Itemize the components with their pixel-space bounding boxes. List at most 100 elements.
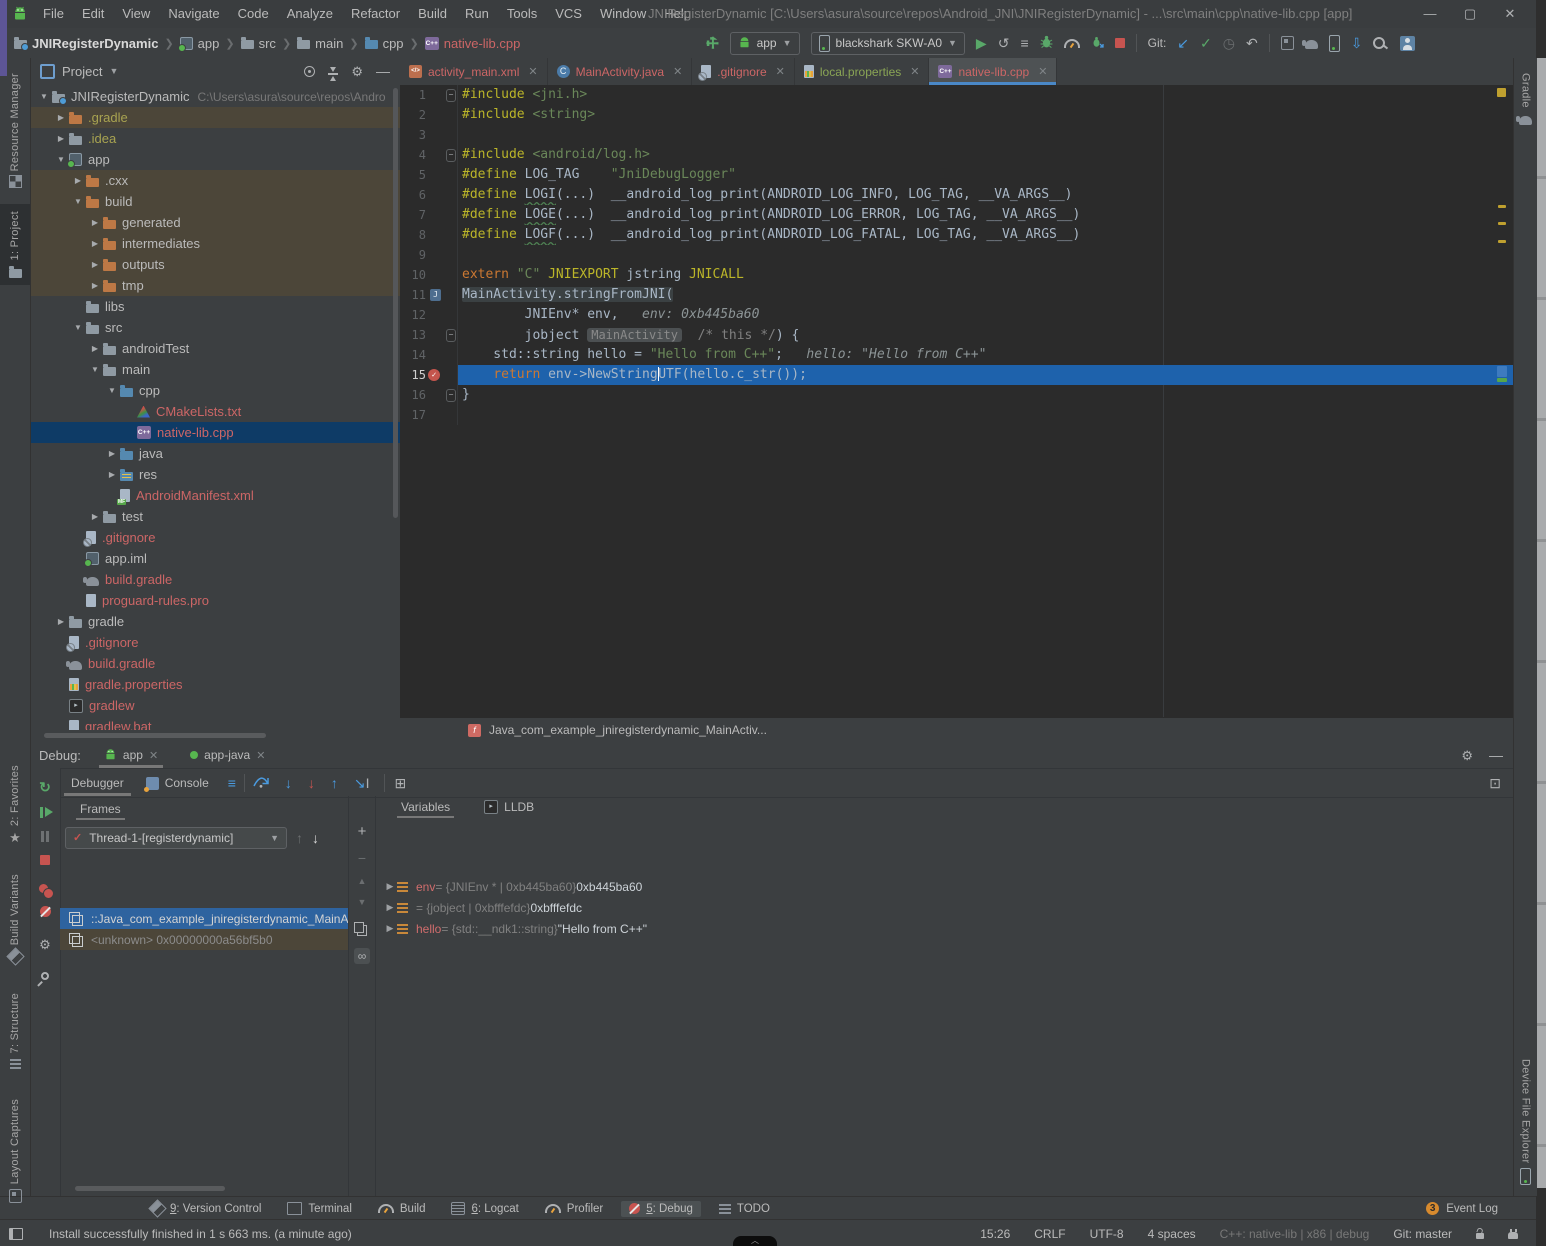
fold-marker-icon[interactable]: − — [446, 329, 456, 342]
remove-watch-icon[interactable]: − — [358, 851, 366, 865]
tree-item-outputs[interactable]: ▶ outputs — [30, 254, 400, 275]
toolwindow-button-build[interactable]: Build — [370, 1201, 434, 1217]
stack-frame-row[interactable]: ::Java_com_example_jniregisterdynamic_Ma… — [60, 908, 348, 929]
tool-stripe-2-favorites[interactable]: 2: Favorites★ — [0, 758, 30, 851]
chevron-down-icon[interactable]: ▼ — [109, 66, 118, 76]
tree-item-tmp[interactable]: ▶ tmp — [30, 275, 400, 296]
tree-item-res[interactable]: ▶ res — [30, 464, 400, 485]
stop-button[interactable] — [1115, 38, 1125, 48]
layout-settings-icon[interactable]: ≡ — [228, 776, 236, 790]
view-breakpoints-icon[interactable]: ⊞ — [395, 776, 407, 790]
build-configuration-indicator[interactable]: C++: native-lib | x86 | debug — [1220, 1227, 1370, 1241]
stack-frame-row[interactable]: <unknown> 0x00000000a56bf5b0 — [60, 929, 348, 950]
breadcrumb-src[interactable]: src — [241, 36, 276, 51]
breadcrumb-cpp[interactable]: cpp — [365, 36, 404, 51]
menu-tools[interactable]: Tools — [498, 0, 546, 28]
code-line-3[interactable]: 3 — [400, 125, 1513, 145]
git-rollback-icon[interactable]: ↶ — [1246, 36, 1258, 50]
device-select[interactable]: blackshark SKW-A0 ▼ — [811, 32, 965, 55]
jni-java-marker-icon[interactable]: J — [430, 289, 441, 301]
status-message[interactable]: Install successfully finished in 1 s 663… — [49, 1227, 352, 1241]
variable-row[interactable]: ▶ hello = {std::__ndk1::string} "Hello f… — [375, 918, 1513, 939]
toolwindow-button-version-control[interactable]: 9: Version Control — [143, 1200, 269, 1217]
search-everywhere-icon[interactable] — [1373, 37, 1385, 49]
variables-tab[interactable]: Variables — [393, 796, 458, 818]
tool-stripe-build-variants[interactable]: Build Variants — [0, 867, 30, 970]
profile-avatar[interactable] — [1400, 36, 1415, 51]
collapse-all-icon[interactable] — [328, 73, 338, 75]
hide-panel-icon[interactable]: — — [376, 64, 390, 78]
tree-item-test[interactable]: ▶ test — [30, 506, 400, 527]
locate-file-icon[interactable] — [304, 66, 315, 77]
menu-window[interactable]: Window — [591, 0, 655, 28]
code-line-9[interactable]: 9 — [400, 245, 1513, 265]
move-watch-up-icon[interactable]: ▲ — [358, 877, 367, 886]
taskbar-peek-handle[interactable]: ︿ — [733, 1236, 777, 1246]
menu-vcs[interactable]: VCS — [546, 0, 591, 28]
code-line-15[interactable]: 15 ✓ return env->NewStringUTF(hello.c_st… — [400, 365, 1513, 385]
close-tab-icon[interactable]: ✕ — [673, 65, 682, 78]
toolwindow-button-todo[interactable]: TODO — [711, 1201, 778, 1217]
maximize-button[interactable]: ▢ — [1450, 0, 1490, 28]
tree-item-app.iml[interactable]: app.iml — [30, 548, 400, 569]
tool-stripe-resource-manager[interactable]: Resource Manager — [0, 66, 30, 194]
code-line-10[interactable]: 10 extern "C" JNIEXPORT jstring JNICALL — [400, 265, 1513, 285]
git-update-icon[interactable]: ↙ — [1177, 36, 1189, 50]
native-function-breadcrumb[interactable]: Java_com_example_jniregisterdynamic_Main… — [489, 723, 767, 737]
breakpoint-icon[interactable]: ✓ — [428, 369, 440, 381]
code-editor[interactable]: 1 − #include <jni.h> 2 #include <string>… — [400, 85, 1513, 718]
restore-layout-icon[interactable]: ⊡ — [1489, 776, 1501, 790]
menu-edit[interactable]: Edit — [73, 0, 113, 28]
menu-build[interactable]: Build — [409, 0, 456, 28]
close-session-icon[interactable]: ✕ — [256, 749, 265, 762]
step-over-icon[interactable] — [253, 776, 269, 791]
attach-debugger-icon[interactable] — [1091, 35, 1104, 51]
apply-changes-restart-icon[interactable]: ↺ — [998, 36, 1010, 50]
tree-item-.idea[interactable]: ▶ .idea — [30, 128, 400, 149]
indent-indicator[interactable]: 4 spaces — [1148, 1227, 1196, 1241]
menu-navigate[interactable]: Navigate — [159, 0, 228, 28]
code-line-2[interactable]: 2 #include <string> — [400, 105, 1513, 125]
tree-item-java[interactable]: ▶ java — [30, 443, 400, 464]
move-watch-down-icon[interactable]: ▼ — [358, 898, 367, 907]
expand-variable-icon[interactable]: ▶ — [383, 881, 397, 892]
tree-item-generated[interactable]: ▶ generated — [30, 212, 400, 233]
fold-marker-icon[interactable]: − — [446, 89, 456, 102]
duplicate-watch-icon[interactable] — [357, 925, 367, 936]
debug-settings-gear-icon[interactable]: ⚙ — [1461, 749, 1473, 762]
show-watches-icon[interactable]: ∞ — [354, 948, 371, 964]
add-watch-icon[interactable]: + — [358, 824, 367, 839]
mute-breakpoints-icon[interactable] — [40, 906, 51, 917]
code-line-1[interactable]: 1 − #include <jni.h> — [400, 85, 1513, 105]
code-line-17[interactable]: 17 — [400, 405, 1513, 425]
code-line-13[interactable]: 13 − jobject MainActivity /* this */) { — [400, 325, 1513, 345]
warning-stripe-marker[interactable] — [1498, 240, 1506, 243]
rerun-debug-icon[interactable]: ↻ — [39, 780, 51, 794]
code-line-6[interactable]: 6 #define LOGI(...) __android_log_print(… — [400, 185, 1513, 205]
emulator-icon[interactable] — [1508, 1232, 1518, 1239]
git-history-icon[interactable]: ◷ — [1223, 36, 1235, 50]
warning-stripe-marker[interactable] — [1498, 222, 1506, 225]
pause-program-icon[interactable] — [41, 831, 44, 842]
run-button[interactable]: ▶ — [976, 36, 987, 50]
layout-inspector-icon[interactable] — [1329, 35, 1340, 52]
sync-gradle-icon[interactable] — [1305, 40, 1318, 49]
git-commit-icon[interactable]: ✓ — [1200, 36, 1212, 50]
tree-item-gradle[interactable]: ▶ gradle — [30, 611, 400, 632]
profiler-icon[interactable] — [1064, 39, 1080, 48]
view-breakpoints-list-icon[interactable] — [39, 884, 48, 893]
code-line-8[interactable]: 8 #define LOGF(...) __android_log_print(… — [400, 225, 1513, 245]
tool-stripe-device-file-explorer[interactable]: Device File Explorer — [1514, 1052, 1537, 1192]
fold-marker-icon[interactable]: − — [446, 389, 456, 402]
previous-frame-icon[interactable]: ↑ — [296, 831, 303, 845]
close-session-icon[interactable]: ✕ — [149, 749, 158, 762]
code-line-11[interactable]: 11 J MainActivity.stringFromJNI( — [400, 285, 1513, 305]
menu-analyze[interactable]: Analyze — [278, 0, 342, 28]
thread-select[interactable]: ✓ Thread-1-[registerdynamic] ▼ — [65, 827, 287, 849]
project-vscrollbar[interactable] — [393, 88, 398, 518]
step-out-icon[interactable]: ↑ — [331, 776, 338, 790]
tool-stripe-1-project[interactable]: 1: Project — [0, 204, 30, 284]
tool-stripe-7-structure[interactable]: 7: Structure — [0, 986, 30, 1075]
menu-file[interactable]: File — [34, 0, 73, 28]
breadcrumb-native-lib.cpp[interactable]: C++native-lib.cpp — [425, 36, 521, 51]
